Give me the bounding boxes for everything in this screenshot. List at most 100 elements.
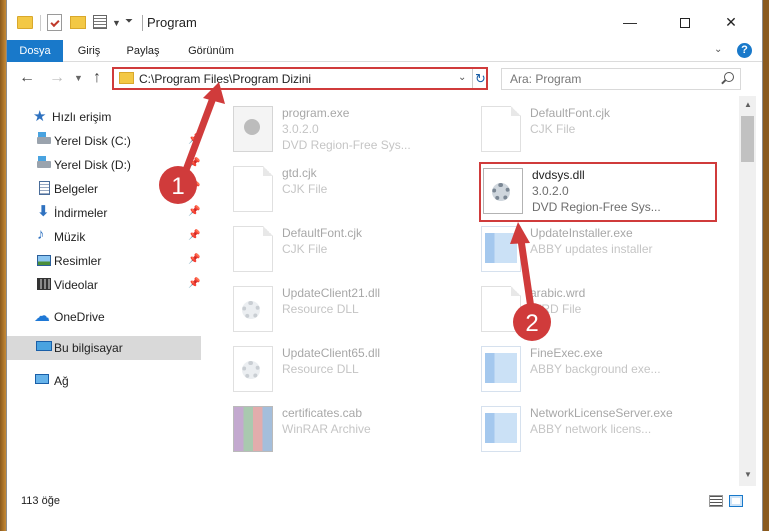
tab-share[interactable]: Paylaş [115, 40, 171, 62]
app-icon [481, 406, 521, 452]
file-detail: 3.0.2.0 [532, 184, 569, 198]
file-tile[interactable]: UpdateClient65.dll Resource DLL [207, 342, 457, 402]
document-icon [39, 181, 50, 195]
tab-view[interactable]: Görünüm [171, 40, 251, 62]
blank-file-icon [233, 226, 273, 272]
file-detail: Resource DLL [282, 362, 359, 376]
sidebar-item-onedrive[interactable]: ☁ OneDrive [7, 305, 201, 329]
up-arrow-icon[interactable]: ↑ [93, 69, 101, 87]
navigation-bar: ← → ▼ ↑ C:\Program Files\Program Dizini … [7, 62, 762, 96]
search-box[interactable]: Ara: Program [501, 68, 741, 90]
file-name: DefaultFont.cjk [530, 106, 611, 120]
scroll-down-icon[interactable]: ▼ [744, 470, 752, 479]
details-view-icon[interactable] [709, 495, 723, 507]
address-bar[interactable]: C:\Program Files\Program Dizini ⌄ ↻ [112, 67, 488, 90]
search-input[interactable]: Ara: Program [510, 72, 581, 86]
customize-quick-access-icon[interactable]: ⏷ [125, 16, 133, 27]
file-detail: ABBY background exe... [530, 362, 661, 376]
sidebar-item-quick-access[interactable]: ★ Hızlı erişim [7, 105, 201, 129]
file-tile[interactable]: DefaultFont.cjk CJK File [455, 102, 705, 162]
file-name: UpdateClient21.dll [282, 286, 381, 300]
help-icon[interactable]: ? [737, 43, 752, 58]
scroll-up-icon[interactable]: ▲ [744, 100, 752, 109]
chevron-down-icon[interactable]: ⌄ [458, 72, 466, 83]
sidebar-item-label: Bu bilgisayar [54, 341, 123, 355]
file-name: DefaultFont.cjk [282, 226, 363, 240]
address-path[interactable]: C:\Program Files\Program Dizini [139, 72, 311, 86]
window-title: Program [147, 15, 197, 30]
file-tile[interactable]: DefaultFont.cjk CJK File [207, 222, 457, 282]
file-detail: WRD File [530, 302, 582, 316]
properties-check-icon[interactable] [47, 14, 62, 31]
chevron-down-icon[interactable]: ▼ [112, 18, 121, 28]
title-bar: ▼ ⏷ Program — ✕ [7, 0, 762, 40]
blank-file-icon [481, 106, 521, 152]
search-icon[interactable] [724, 72, 734, 82]
pin-icon[interactable]: 📌 [188, 206, 200, 217]
forward-arrow-icon[interactable]: → [49, 69, 65, 87]
blank-file-icon [233, 166, 273, 212]
sidebar-item-documents[interactable]: Belgeler 📌 [7, 177, 201, 201]
view-options-icon[interactable] [93, 15, 107, 29]
navigation-pane: ★ Hızlı erişim Yerel Disk (C:) 📌 Yerel D… [7, 96, 201, 486]
folder-icon[interactable] [17, 16, 33, 29]
sidebar-item-local-disk-d[interactable]: Yerel Disk (D:) 📌 [7, 153, 201, 177]
sidebar-item-label: Resimler [54, 254, 102, 268]
scrollbar-thumb[interactable] [741, 116, 754, 162]
sidebar-item-downloads[interactable]: ⬇ İndirmeler 📌 [7, 201, 201, 225]
file-name: certificates.cab [282, 406, 363, 420]
file-detail: CJK File [530, 122, 576, 136]
pin-icon[interactable]: 📌 [188, 254, 200, 265]
file-tile[interactable]: program.exe 3.0.2.0 DVD Region-Free Sys.… [207, 102, 457, 162]
file-detail: 3.0.2.0 [282, 122, 319, 136]
minimize-button[interactable]: — [607, 8, 653, 36]
sidebar-item-network[interactable]: Ağ [7, 369, 201, 393]
drive-icon [37, 132, 51, 144]
star-icon: ★ [33, 108, 47, 125]
tab-file[interactable]: Dosya [7, 40, 63, 62]
file-tile[interactable]: FineExec.exe ABBY background exe... [455, 342, 705, 402]
drive-icon [37, 156, 51, 168]
sidebar-item-local-disk-c[interactable]: Yerel Disk (C:) 📌 [7, 129, 201, 153]
pin-icon[interactable]: 📌 [188, 134, 200, 145]
archive-icon [233, 406, 273, 452]
sidebar-item-videos[interactable]: Videolar 📌 [7, 273, 201, 297]
maximize-button[interactable] [662, 8, 708, 36]
sidebar-item-pictures[interactable]: Resimler 📌 [7, 249, 201, 273]
gear-icon [242, 361, 260, 379]
file-tile[interactable]: gtd.cjk CJK File [207, 162, 457, 222]
close-button[interactable]: ✕ [708, 8, 754, 36]
file-tile[interactable]: UpdateInstaller.exe ABBY updates install… [455, 222, 705, 282]
file-tile[interactable]: NetworkLicenseServer.exe ABBY network li… [455, 402, 705, 462]
file-detail: DVD Region-Free Sys... [282, 138, 411, 152]
file-tile[interactable]: arabic.wrd WRD File [455, 282, 705, 342]
file-name: gtd.cjk [282, 166, 317, 180]
refresh-icon[interactable]: ↻ [472, 69, 488, 88]
pin-icon[interactable]: 📌 [188, 230, 200, 241]
sidebar-item-label: Yerel Disk (C:) [54, 134, 131, 148]
vertical-scrollbar[interactable]: ▲ ▼ [739, 96, 756, 486]
new-folder-icon[interactable] [70, 16, 86, 29]
back-arrow-icon[interactable]: ← [19, 69, 35, 87]
file-name: dvdsys.dll [532, 168, 585, 182]
file-detail: DVD Region-Free Sys... [532, 200, 661, 214]
sidebar-item-this-pc[interactable]: Bu bilgisayar [7, 336, 201, 360]
tiles-view-icon[interactable] [729, 495, 743, 507]
sidebar-item-music[interactable]: ♪ Müzik 📌 [7, 225, 201, 249]
video-icon [37, 278, 51, 290]
sidebar-item-label: Ağ [54, 374, 69, 388]
expand-ribbon-icon[interactable]: ⌄ [714, 44, 722, 55]
gear-icon [242, 301, 260, 319]
file-tile[interactable]: UpdateClient21.dll Resource DLL [207, 282, 457, 342]
file-detail: CJK File [282, 182, 328, 196]
status-bar: 113 öğe [7, 490, 762, 531]
file-tile-selected[interactable]: dvdsys.dll 3.0.2.0 DVD Region-Free Sys..… [479, 162, 717, 222]
recent-locations-icon[interactable]: ▼ [74, 73, 83, 83]
file-tile[interactable]: certificates.cab WinRAR Archive [207, 402, 457, 462]
pin-icon[interactable]: 📌 [188, 278, 200, 289]
pin-icon[interactable]: 📌 [188, 158, 200, 169]
tab-home[interactable]: Giriş [63, 40, 115, 62]
folder-icon [119, 72, 134, 84]
installer-icon [481, 226, 521, 272]
pin-icon[interactable]: 📌 [188, 182, 200, 193]
